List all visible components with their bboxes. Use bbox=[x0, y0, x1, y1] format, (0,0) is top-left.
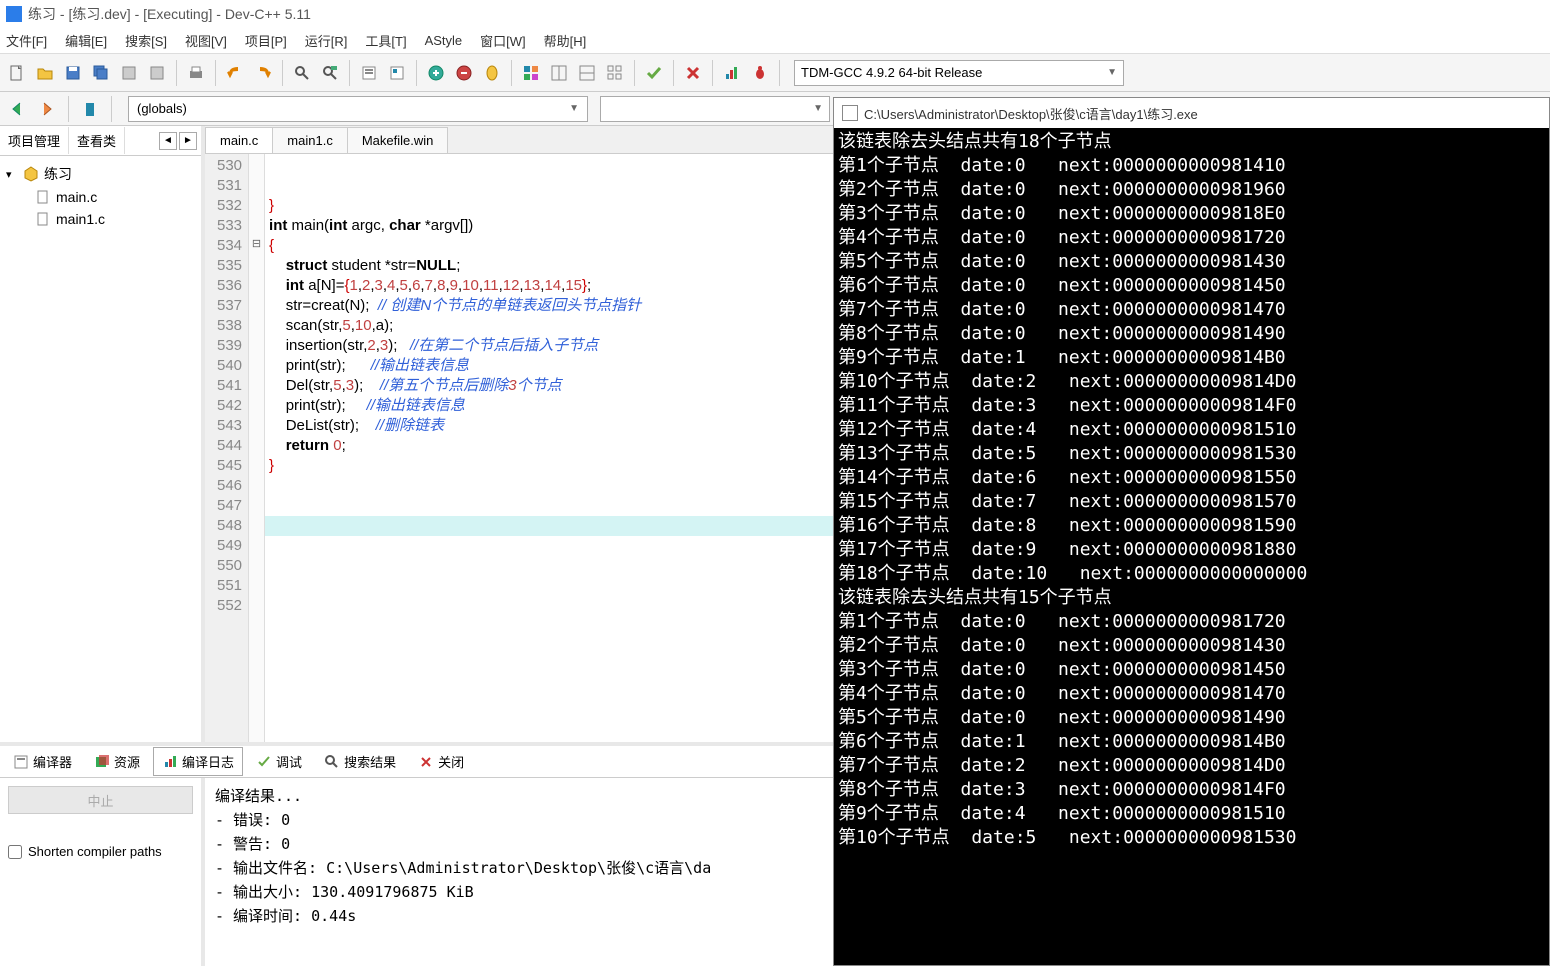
console-window[interactable]: C:\Users\Administrator\Desktop\张俊\c语言\da… bbox=[833, 97, 1550, 966]
btab-debug[interactable]: 调试 bbox=[247, 747, 311, 776]
sidebar-prev-icon[interactable]: ◄ bbox=[159, 132, 177, 150]
project-icon bbox=[22, 165, 40, 183]
tree-file-main1[interactable]: main1.c bbox=[34, 208, 195, 230]
menu-project[interactable]: 项目[P] bbox=[245, 31, 287, 50]
project-name: 练习 bbox=[44, 164, 72, 184]
compiler-select-value: TDM-GCC 4.9.2 64-bit Release bbox=[801, 65, 982, 80]
grid-icon[interactable] bbox=[602, 60, 628, 86]
print-icon[interactable] bbox=[183, 60, 209, 86]
file-icon bbox=[34, 188, 52, 206]
btab-close[interactable]: 关闭 bbox=[409, 747, 473, 776]
undo-icon[interactable] bbox=[222, 60, 248, 86]
editor-tab-makefile[interactable]: Makefile.win bbox=[347, 127, 449, 153]
collapse-icon[interactable]: ▾ bbox=[6, 168, 18, 181]
compiler-select[interactable]: TDM-GCC 4.9.2 64-bit Release ▼ bbox=[794, 60, 1124, 86]
main-toolbar: TDM-GCC 4.9.2 64-bit Release ▼ bbox=[0, 54, 1550, 92]
open-file-icon[interactable] bbox=[32, 60, 58, 86]
menu-edit[interactable]: 编辑[E] bbox=[65, 31, 107, 50]
chart-icon[interactable] bbox=[719, 60, 745, 86]
sidebar-tab-classes[interactable]: 查看类 bbox=[69, 127, 125, 154]
fold-column: ⊟ bbox=[249, 154, 265, 742]
shorten-paths-checkbox[interactable]: Shorten compiler paths bbox=[8, 844, 193, 859]
file-icon bbox=[34, 210, 52, 228]
chevron-down-icon: ▼ bbox=[1107, 67, 1117, 78]
sidebar: 项目管理 查看类 ◄ ► ▾ 练习 main.c main1.c bbox=[0, 126, 205, 742]
sidebar-tabs: 项目管理 查看类 ◄ ► bbox=[0, 126, 201, 156]
search-tab-icon bbox=[324, 754, 340, 770]
run-icon[interactable] bbox=[384, 60, 410, 86]
editor-tab-main1[interactable]: main1.c bbox=[272, 127, 348, 153]
menu-bar: 文件[F] 编辑[E] 搜索[S] 视图[V] 项目[P] 运行[R] 工具[T… bbox=[0, 28, 1550, 54]
tree-file-main[interactable]: main.c bbox=[34, 186, 195, 208]
bottom-left-panel: 中止 Shorten compiler paths bbox=[0, 778, 205, 966]
window-title-bar: 练习 - [练习.dev] - [Executing] - Dev-C++ 5.… bbox=[0, 0, 1550, 28]
debug-tab-icon bbox=[256, 754, 272, 770]
tree-file-label: main.c bbox=[56, 189, 97, 205]
bookmark-icon[interactable] bbox=[77, 96, 103, 122]
bug-icon[interactable] bbox=[747, 60, 773, 86]
compile-run-icon[interactable] bbox=[423, 60, 449, 86]
menu-window[interactable]: 窗口[W] bbox=[480, 31, 526, 50]
back-icon[interactable] bbox=[4, 96, 30, 122]
scope-select[interactable]: (globals) ▼ bbox=[128, 96, 588, 122]
save-as-icon[interactable] bbox=[116, 60, 142, 86]
console-output[interactable]: 该链表除去头结点共有18个子节点 第1个子节点 date:0 next:0000… bbox=[834, 128, 1549, 965]
sidebar-tab-project[interactable]: 项目管理 bbox=[0, 127, 69, 154]
menu-astyle[interactable]: AStyle bbox=[425, 33, 463, 48]
compile-icon[interactable] bbox=[356, 60, 382, 86]
tile2-icon[interactable] bbox=[574, 60, 600, 86]
menu-tools[interactable]: 工具[T] bbox=[365, 31, 406, 50]
tree-file-label: main1.c bbox=[56, 211, 105, 227]
line-gutter: 5305315325335345355365375385395405415425… bbox=[205, 154, 249, 742]
menu-run[interactable]: 运行[R] bbox=[305, 31, 348, 50]
window-title: 练习 - [练习.dev] - [Executing] - Dev-C++ 5.… bbox=[28, 4, 311, 24]
console-title-bar[interactable]: C:\Users\Administrator\Desktop\张俊\c语言\da… bbox=[834, 98, 1549, 128]
new-file-icon[interactable] bbox=[4, 60, 30, 86]
save-icon[interactable] bbox=[60, 60, 86, 86]
btab-compiler[interactable]: 编译器 bbox=[4, 747, 81, 776]
close-tab-icon bbox=[418, 754, 434, 770]
close-icon[interactable] bbox=[144, 60, 170, 86]
log-icon bbox=[162, 754, 178, 770]
find-icon[interactable] bbox=[289, 60, 315, 86]
resources-icon bbox=[94, 754, 110, 770]
menu-view[interactable]: 视图[V] bbox=[185, 31, 227, 50]
save-all-icon[interactable] bbox=[88, 60, 114, 86]
btab-compile-log[interactable]: 编译日志 bbox=[153, 747, 243, 776]
console-app-icon bbox=[842, 105, 858, 121]
replace-icon[interactable] bbox=[317, 60, 343, 86]
menu-file[interactable]: 文件[F] bbox=[6, 31, 47, 50]
sidebar-next-icon[interactable]: ► bbox=[179, 132, 197, 150]
debug-icon[interactable] bbox=[479, 60, 505, 86]
btab-resources[interactable]: 资源 bbox=[85, 747, 149, 776]
scope-value: (globals) bbox=[137, 101, 187, 116]
shorten-paths-input[interactable] bbox=[8, 845, 22, 859]
menu-help[interactable]: 帮助[H] bbox=[544, 31, 587, 50]
redo-icon[interactable] bbox=[250, 60, 276, 86]
console-title: C:\Users\Administrator\Desktop\张俊\c语言\da… bbox=[864, 104, 1198, 123]
cancel-icon[interactable] bbox=[680, 60, 706, 86]
new-project-icon[interactable] bbox=[518, 60, 544, 86]
chevron-down-icon: ▼ bbox=[813, 103, 823, 114]
menu-search[interactable]: 搜索[S] bbox=[125, 31, 167, 50]
app-icon bbox=[6, 6, 22, 22]
editor-tab-main[interactable]: main.c bbox=[205, 127, 273, 153]
project-root[interactable]: ▾ 练习 bbox=[6, 162, 195, 186]
chevron-down-icon: ▼ bbox=[569, 103, 579, 114]
forward-icon[interactable] bbox=[34, 96, 60, 122]
project-tree: ▾ 练习 main.c main1.c bbox=[0, 156, 201, 236]
abort-button[interactable]: 中止 bbox=[8, 786, 193, 814]
tile-icon[interactable] bbox=[546, 60, 572, 86]
compiler-icon bbox=[13, 754, 29, 770]
rebuild-icon[interactable] bbox=[451, 60, 477, 86]
member-select[interactable]: ▼ bbox=[600, 96, 830, 122]
btab-search[interactable]: 搜索结果 bbox=[315, 747, 405, 776]
shorten-paths-label: Shorten compiler paths bbox=[28, 844, 162, 859]
check-icon[interactable] bbox=[641, 60, 667, 86]
